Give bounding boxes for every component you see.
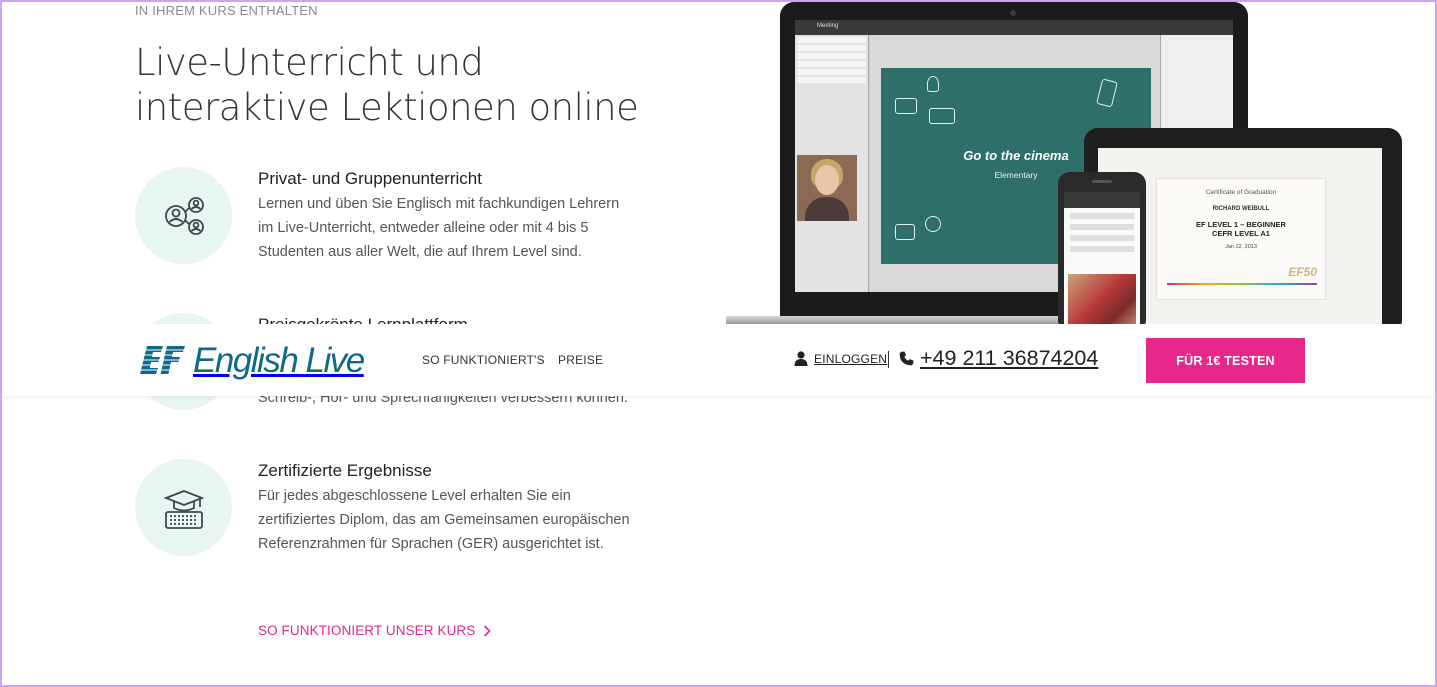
nav-how-it-works[interactable]: SO FUNKTIONIERT'S xyxy=(422,353,545,367)
login-link[interactable]: EINLOGGEN xyxy=(794,351,887,366)
nav-prices[interactable]: PREISE xyxy=(558,353,603,367)
course-info-link[interactable]: SO FUNKTIONIERT UNSER KURS xyxy=(258,623,492,638)
ef-50-logo: EF50 xyxy=(1288,265,1317,279)
brand-name: English Live xyxy=(193,341,365,380)
feature-text: Lernen und üben Sie Englisch mit fachkun… xyxy=(258,196,620,260)
teacher-webcam xyxy=(797,155,857,221)
feature-icon-circle xyxy=(135,459,232,556)
graduation-cap-icon xyxy=(163,489,204,529)
phone-speaker xyxy=(1092,180,1112,183)
certificate-name: RICHARD WEIBULL xyxy=(1212,206,1270,212)
certificate-level-line-1: EF LEVEL 1 – BEGINNER xyxy=(1196,220,1286,229)
login-label: EINLOGGEN xyxy=(814,351,888,366)
meeting-topbar: Meeting xyxy=(795,20,1233,35)
feature-private-group: Privat- und Gruppenunterricht Lernen und… xyxy=(135,167,635,297)
ef-logo-icon xyxy=(139,346,187,374)
people-group-icon xyxy=(164,196,204,235)
certificate-rainbow-line xyxy=(1167,283,1317,285)
feature-certified: Zertifizierte Ergebnisse Für jedes abges… xyxy=(135,459,635,589)
certificate-heading: Certificate of Graduation xyxy=(1205,189,1277,196)
chevron-right-icon xyxy=(484,624,492,637)
navbar-separator xyxy=(888,351,889,368)
phone-number: +49 211 36874204 xyxy=(920,346,1099,370)
certificate-level: EF LEVEL 1 – BEGINNER CEFR LEVEL A1 xyxy=(1157,220,1325,238)
meeting-app-title: Meeting xyxy=(817,23,839,29)
feature-icon-circle xyxy=(135,167,232,264)
trial-button[interactable]: FÜR 1€ TESTEN xyxy=(1146,338,1305,383)
phone-screen xyxy=(1064,192,1140,324)
sticky-navbar: English Live SO FUNKTIONIERT'S PREISE EI… xyxy=(2,324,1435,396)
feature-title: Privat- und Gruppenunterricht xyxy=(258,169,482,188)
headline-line-2: interaktive Lektionen online xyxy=(135,86,639,129)
phone-mockup xyxy=(1058,172,1146,324)
course-info-link-label: SO FUNKTIONIERT UNSER KURS xyxy=(258,623,476,638)
attendees-panel xyxy=(795,35,869,292)
certificate-level-line-2: CEFR LEVEL A1 xyxy=(1212,229,1270,238)
headline-line-1: Live-Unterricht und xyxy=(135,41,484,84)
feature-text: Für jedes abgeschlossene Level erhalten … xyxy=(258,488,630,552)
certificate-date: Jan 22, 2013 xyxy=(1225,244,1257,250)
user-icon xyxy=(794,351,808,366)
feature-title: Zertifizierte Ergebnisse xyxy=(258,461,432,480)
laptop-camera xyxy=(1010,10,1016,16)
phone-icon xyxy=(899,351,914,366)
phone-link[interactable]: +49 211 36874204 xyxy=(899,346,1098,371)
certificate: Certificate of Graduation RICHARD WEIBUL… xyxy=(1156,178,1326,300)
section-headline: Live-Unterricht und interaktive Lektione… xyxy=(135,40,695,130)
guitar-photo xyxy=(1068,274,1136,324)
section-eyebrow: IN IHREM KURS ENTHALTEN xyxy=(135,3,318,18)
hero-devices-image: Meeting Go to the cinema Elementary Cert… xyxy=(726,0,1437,324)
ef-english-live-logo[interactable]: English Live xyxy=(139,341,365,381)
